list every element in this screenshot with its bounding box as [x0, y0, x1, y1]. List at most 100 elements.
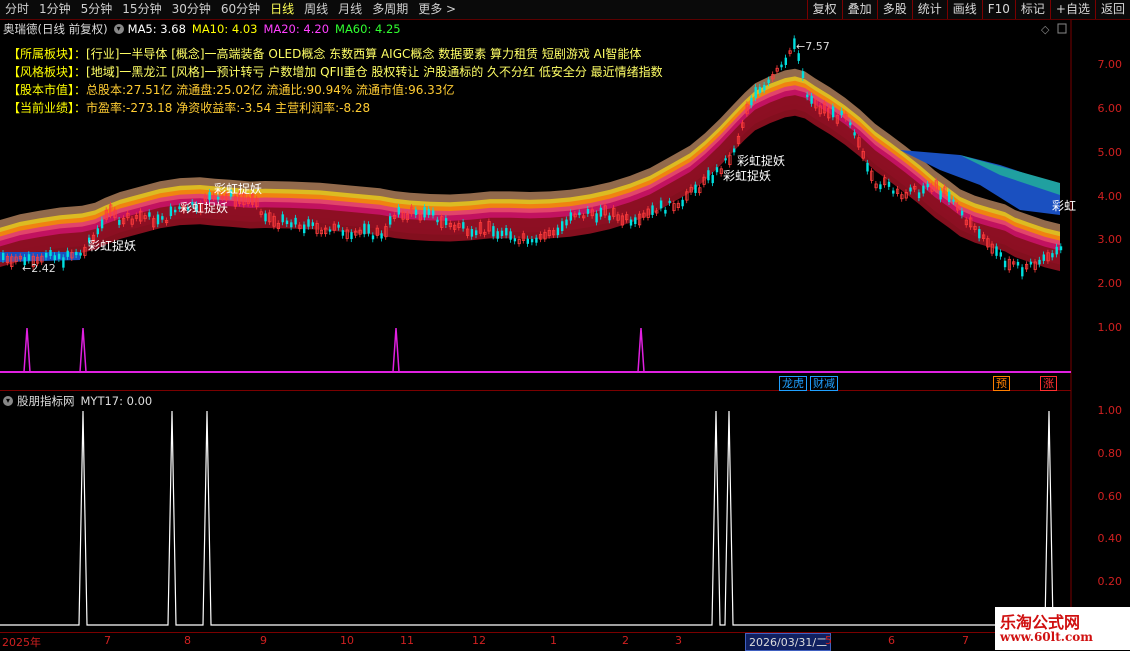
candle-body: [754, 87, 757, 99]
candle-body: [784, 57, 787, 65]
ma-legend: MA5: 3.68 MA10: 4.03 MA20: 4.20 MA60: 4.25: [128, 22, 407, 36]
candle-body: [926, 183, 929, 188]
date-tick-8: 2: [622, 634, 629, 647]
info-value: 市盈率:-273.18 净资收益率:-3.54 主营利润率:-8.28: [86, 101, 371, 115]
candle-body: [651, 205, 654, 215]
candle-body: [866, 162, 869, 172]
candle-body: [427, 208, 431, 215]
sub-tick-4: 0.20: [1097, 575, 1123, 589]
price-tick-4: 3.00: [1097, 233, 1123, 247]
candle-body: [526, 238, 529, 244]
date-tick-3: 9: [260, 634, 267, 647]
candle-body: [492, 226, 495, 237]
candle-body: [909, 187, 912, 192]
indicator-line: [0, 410, 1060, 626]
low-price-label: ←2.42: [22, 262, 56, 275]
candle-body: [831, 106, 835, 118]
candle-body: [853, 132, 856, 136]
candle-body: [681, 199, 684, 207]
candle-body: [1042, 254, 1045, 261]
indicator-value: MYT17: 0.00: [80, 394, 153, 408]
date-tick-7: 1: [550, 634, 557, 647]
high-price-label: ←7.57: [796, 40, 830, 53]
candle-body: [79, 252, 82, 256]
date-tick-13: 7: [962, 634, 969, 647]
candle-body: [634, 217, 637, 225]
candle-body: [917, 192, 921, 199]
date-tick-5: 11: [400, 634, 414, 647]
signal-label-0: 彩虹捉妖: [88, 238, 136, 253]
candle-body: [509, 231, 512, 240]
candle-body: [285, 220, 289, 225]
date-tick-1: 7: [104, 634, 111, 647]
stock-title: 奥瑞德(日线 前复权): [3, 22, 108, 36]
event-tag-0[interactable]: 龙虎: [779, 376, 807, 391]
current-date-box: 2026/03/31/二: [745, 633, 832, 651]
candle-body: [436, 219, 439, 223]
price-tick-6: 1.00: [1097, 321, 1123, 334]
date-tick-0: 2025年: [2, 636, 41, 649]
candle-body: [879, 184, 882, 190]
sub-tick-1: 0.80: [1097, 446, 1123, 460]
candle-body: [952, 199, 955, 202]
chevron-down-icon[interactable]: ▾: [113, 24, 124, 34]
candle-body: [995, 246, 998, 256]
candle-body: [939, 190, 942, 200]
candle-body: [767, 79, 770, 84]
candle-body: [49, 249, 52, 257]
ma-value-2: MA20: 4.20: [263, 22, 330, 36]
candle-body: [1038, 259, 1041, 265]
signal-label-3: 彩虹捉妖: [737, 153, 785, 168]
candle-body: [337, 224, 340, 228]
candle-body: [840, 110, 843, 116]
candle-body: [264, 213, 267, 222]
candle-body: [1051, 253, 1054, 258]
candle-body: [500, 230, 504, 237]
chevron-down-icon[interactable]: ▾: [3, 396, 13, 406]
indicator-source: 股朋指标网: [17, 394, 75, 408]
signal-label-4: 彩虹捉妖: [723, 168, 771, 183]
candle-body: [307, 219, 310, 227]
info-row-1: 【风格板块】：[地域]一黑龙江 [风格]一预计转亏 户数增加 QFII重仓 股权…: [8, 63, 663, 81]
candle-body: [1021, 267, 1024, 277]
event-tag-1[interactable]: 财减: [810, 376, 838, 391]
candle-body: [556, 227, 560, 236]
event-tag-3[interactable]: 涨: [1040, 376, 1057, 391]
info-row-0: 【所属板块】：[行业]一半导体 [概念]一高端装备 OLED概念 东数西算 AI…: [8, 45, 663, 63]
candle-body: [978, 229, 981, 239]
candle-body: [397, 207, 400, 215]
candle-body: [849, 122, 852, 126]
event-tag-2[interactable]: 预: [993, 376, 1010, 391]
candle-body: [281, 214, 284, 223]
info-key: 【当前业绩】：: [8, 101, 87, 115]
candle-body: [45, 252, 48, 258]
candle-body: [599, 207, 603, 217]
candle-body: [174, 209, 177, 213]
candle-body: [75, 251, 78, 256]
candle-body: [801, 71, 805, 79]
candle-body: [750, 97, 753, 106]
ma-value-0: MA5: 3.68: [127, 22, 186, 36]
candle-body: [780, 64, 783, 68]
main-chart-header: 奥瑞德(日线 前复权) ▾ MA5: 3.68 MA10: 4.03 MA20: 4…: [0, 21, 407, 37]
candle-body: [118, 219, 121, 225]
date-tick-12: 6: [888, 634, 895, 647]
candle-body: [565, 219, 568, 226]
candle-body: [367, 224, 370, 234]
signal-label-2: 彩虹捉妖: [214, 181, 262, 196]
candle-body: [664, 209, 667, 214]
candle-body: [311, 222, 314, 226]
candle-body: [733, 148, 736, 153]
candle-body: [57, 253, 61, 259]
candle-body: [578, 212, 581, 216]
candle-body: [380, 233, 383, 239]
candle-body: [432, 210, 435, 216]
candle-body: [148, 212, 151, 217]
candle-body: [414, 209, 418, 215]
candle-body: [711, 175, 714, 184]
price-tick-5: 2.00: [1097, 277, 1123, 291]
candle-body: [475, 230, 478, 236]
candle-body: [763, 84, 766, 91]
candle-body: [797, 53, 800, 61]
candle-body: [96, 228, 99, 235]
